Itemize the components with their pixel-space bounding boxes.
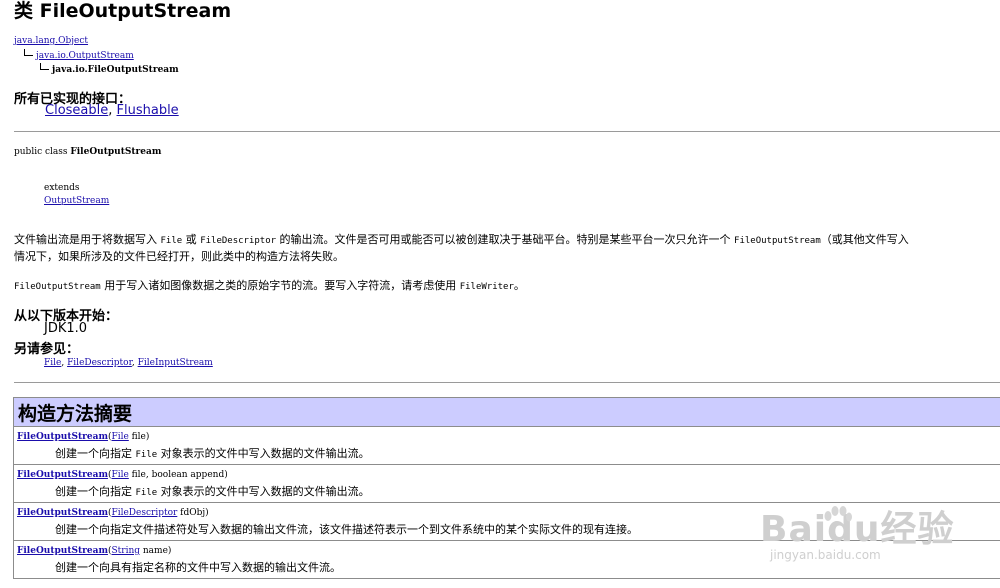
sig-text: file): [128, 432, 150, 442]
link-closeable[interactable]: Closeable: [45, 103, 108, 118]
desc-text-line-2: 情况下，如果所涉及的文件已经打开，则此类中的构造方法将失败。: [14, 250, 344, 263]
description-paragraph-2: FileOutputStream 用于写入诸如图像数据之类的原始字节的流。要写入…: [14, 277, 525, 293]
tree-corner-icon: [40, 63, 49, 70]
link-flushable[interactable]: Flushable: [117, 103, 179, 118]
interfaces-separator: ,: [108, 103, 117, 118]
table-row: FileOutputStream(File file, boolean appe…: [13, 464, 1000, 503]
param-type-link[interactable]: FileDescriptor: [111, 508, 177, 518]
constructor-description: 创建一个向指定 File 对象表示的文件中写入数据的文件输出流。: [17, 483, 1000, 499]
desc-text: 对象表示的文件中写入数据的文件输出流。: [157, 485, 370, 498]
desc-code: File: [135, 450, 158, 460]
desc-text: 。: [513, 279, 525, 292]
link-fileinputstream[interactable]: FileInputStream: [138, 358, 213, 368]
extends-keyword: extends: [44, 183, 80, 193]
class-declaration: public class FileOutputStream: [14, 147, 161, 157]
link-java-io-outputstream[interactable]: java.io.OutputStream: [36, 51, 134, 61]
see-also-links: File, FileDescriptor, FileInputStream: [44, 358, 213, 368]
sig-text: name): [140, 546, 172, 556]
desc-text: 用于写入诸如图像数据之类的原始字节的流。要写入字符流，请考虑使用: [100, 279, 460, 292]
constructor-description: 创建一个向具有指定名称的文件中写入数据的输出文件流。: [17, 559, 1000, 575]
sig-text: fdObj): [177, 508, 209, 518]
declaration-class-name: FileOutputStream: [70, 147, 162, 157]
desc-text: 创建一个向指定文件描述符处写入数据的输出文件流，该文件描述符表示一个到文件系统中…: [55, 523, 638, 536]
desc-text: 创建一个向具有指定名称的文件中写入数据的输出文件流。: [55, 561, 341, 574]
desc-code: File: [160, 236, 183, 246]
constructor-link[interactable]: FileOutputStream: [17, 546, 108, 556]
see-also-label: 另请参见：: [14, 342, 80, 357]
table-row: FileOutputStream(FileDescriptor fdObj) 创…: [13, 502, 1000, 541]
inheritance-tree: java.lang.Object java.io.OutputStream ja…: [14, 35, 179, 78]
divider: [14, 131, 1000, 132]
since-value: JDK1.0: [44, 321, 88, 336]
interfaces-list: Closeable, Flushable: [45, 103, 179, 118]
extends-clause: extends OutputStream: [44, 182, 109, 207]
desc-code: File: [135, 488, 158, 498]
desc-code: FileOutputStream: [14, 282, 101, 292]
desc-text: 创建一个向指定: [55, 485, 136, 498]
description-paragraph-1: 文件输出流是用于将数据写入 File 或 FileDescriptor 的输出流…: [14, 232, 1000, 265]
constructor-summary-title: 构造方法摘要: [13, 397, 1000, 427]
desc-text: （或其他文件写入: [820, 233, 909, 246]
table-row: FileOutputStream(String name) 创建一个向具有指定名…: [13, 540, 1000, 579]
desc-text: 对象表示的文件中写入数据的文件输出流。: [157, 447, 370, 460]
param-type-link[interactable]: String: [111, 546, 140, 556]
param-type-link[interactable]: File: [111, 432, 128, 442]
constructor-link[interactable]: FileOutputStream: [17, 432, 108, 442]
link-java-lang-object[interactable]: java.lang.Object: [14, 36, 88, 46]
table-row: FileOutputStream(File file) 创建一个向指定 File…: [13, 426, 1000, 465]
sig-text: file, boolean append): [128, 470, 228, 480]
desc-text: 文件输出流是用于将数据写入: [14, 233, 161, 246]
constructor-description: 创建一个向指定 File 对象表示的文件中写入数据的文件输出流。: [17, 445, 1000, 461]
desc-text: 创建一个向指定: [55, 447, 136, 460]
current-class-name: java.io.FileOutputStream: [52, 65, 179, 75]
desc-code: FileDescriptor: [200, 236, 277, 246]
constructor-summary-table: 构造方法摘要 FileOutputStream(File file) 创建一个向…: [13, 397, 1000, 579]
param-type-link[interactable]: File: [111, 470, 128, 480]
constructor-link[interactable]: FileOutputStream: [17, 508, 108, 518]
tree-corner-icon: [24, 48, 33, 56]
divider: [14, 382, 1000, 383]
link-filedescriptor[interactable]: FileDescriptor: [67, 358, 132, 368]
page-title: 类 FileOutputStream: [14, 0, 232, 22]
declaration-prefix: public class: [14, 147, 71, 157]
desc-text: 或: [182, 233, 201, 246]
constructor-link[interactable]: FileOutputStream: [17, 470, 108, 480]
desc-code: FileWriter: [459, 282, 514, 292]
link-file[interactable]: File: [44, 358, 61, 368]
link-extends-outputstream[interactable]: OutputStream: [44, 196, 109, 206]
desc-text: 的输出流。文件是否可用或能否可以被创建取决于基础平台。特别是某些平台一次只允许一…: [276, 233, 735, 246]
desc-code: FileOutputStream: [734, 236, 821, 246]
constructor-description: 创建一个向指定文件描述符处写入数据的输出文件流，该文件描述符表示一个到文件系统中…: [17, 521, 1000, 537]
